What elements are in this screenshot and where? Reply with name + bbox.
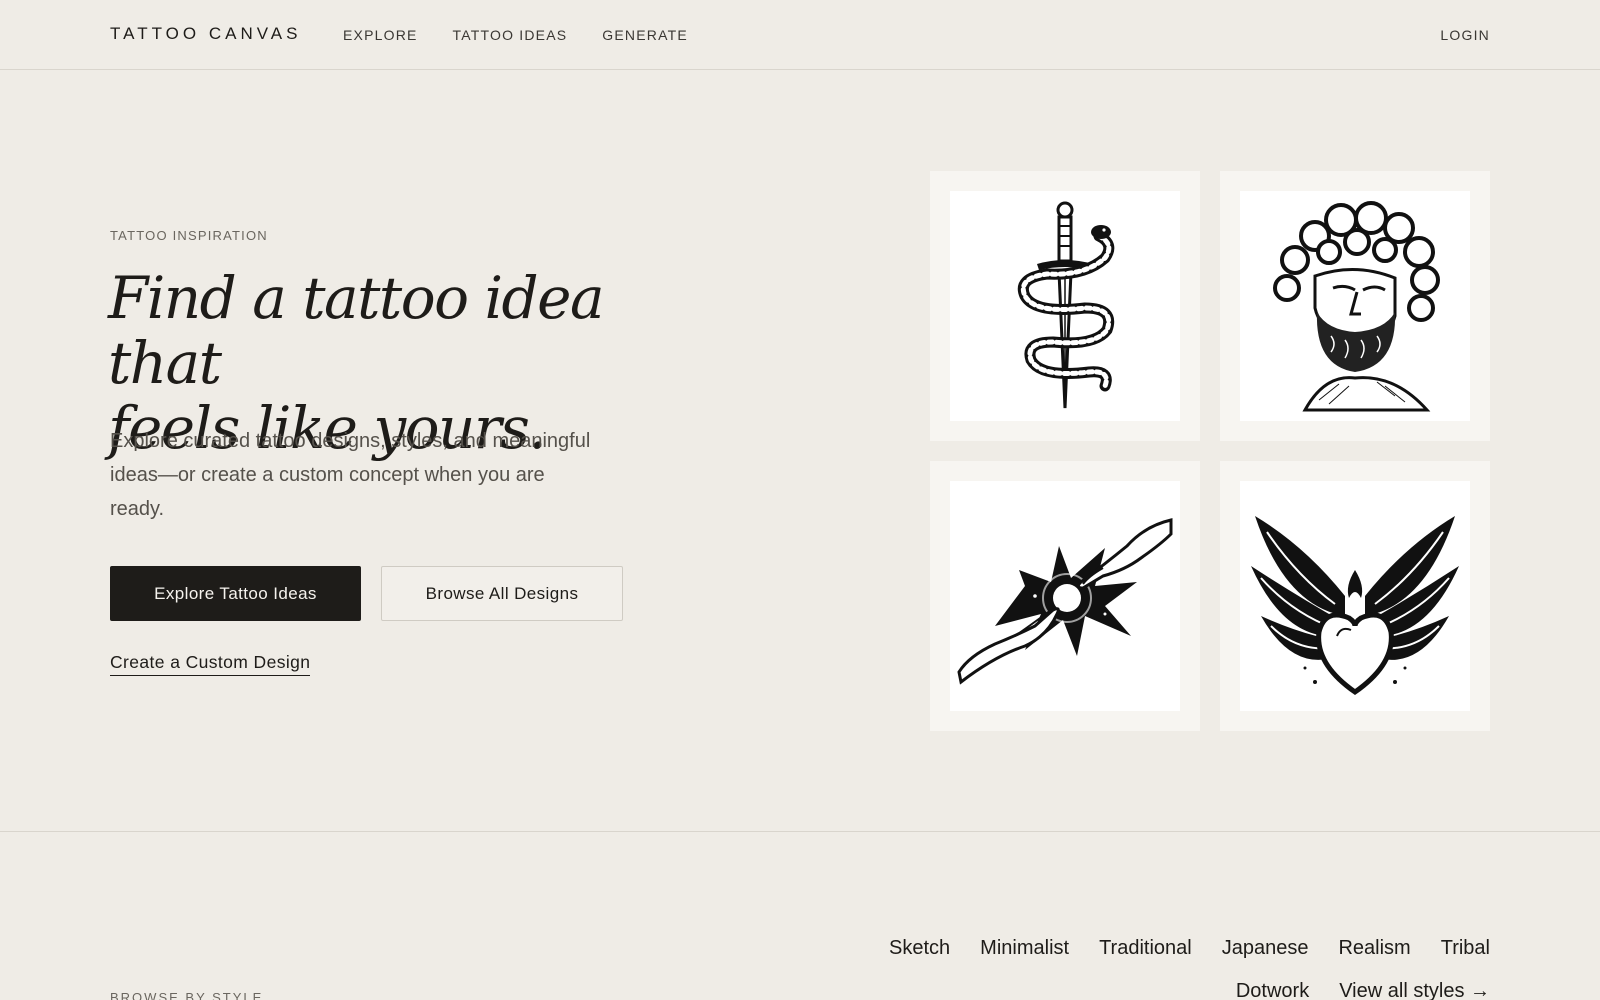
style-link-sketch[interactable]: Sketch (889, 937, 950, 960)
style-link-tribal[interactable]: Tribal (1441, 937, 1490, 960)
hero-eyebrow: TATTOO INSPIRATION (110, 228, 268, 243)
style-link-realism[interactable]: Realism (1338, 937, 1410, 960)
site-logo[interactable]: TATTOO CANVAS (110, 24, 301, 44)
gallery-tile-snake-dagger[interactable] (930, 171, 1200, 441)
create-custom-design-link[interactable]: Create a Custom Design (110, 652, 311, 676)
winged-heart-icon (1251, 516, 1459, 696)
style-links-row-1: Sketch Minimalist Traditional Japanese R… (889, 937, 1490, 960)
browse-by-style-label: BROWSE BY STYLE (110, 990, 264, 1000)
section-divider (0, 831, 1600, 832)
style-link-minimalist[interactable]: Minimalist (980, 937, 1069, 960)
nav-generate[interactable]: GENERATE (602, 27, 688, 43)
style-link-traditional[interactable]: Traditional (1099, 937, 1192, 960)
view-all-styles-link[interactable]: View all styles → (1339, 980, 1490, 1000)
login-link[interactable]: LOGIN (1440, 27, 1490, 43)
nav-explore[interactable]: EXPLORE (343, 27, 418, 43)
gallery-tile-reaching-hands[interactable] (930, 461, 1200, 731)
main-nav: EXPLORE TATTOO IDEAS GENERATE (343, 27, 688, 43)
explore-tattoo-ideas-button[interactable]: Explore Tattoo Ideas (110, 566, 361, 621)
nav-tattoo-ideas[interactable]: TATTOO IDEAS (453, 27, 568, 43)
gallery-tile-greek-statue[interactable] (1220, 171, 1490, 441)
headline-line-1: Find a tattoo idea that (108, 264, 605, 397)
gallery-tile-winged-heart[interactable] (1220, 461, 1490, 731)
tile-artwork (950, 191, 1180, 421)
style-link-japanese[interactable]: Japanese (1222, 937, 1309, 960)
style-link-dotwork[interactable]: Dotwork (1236, 980, 1309, 1000)
tile-artwork (950, 481, 1180, 711)
tile-artwork (1240, 481, 1470, 711)
style-links-row-2: Dotwork View all styles → (1236, 980, 1490, 1000)
tile-artwork (1240, 191, 1470, 421)
hero-description: Explore curated tattoo designs, styles, … (110, 430, 591, 520)
snake-dagger-icon (1017, 201, 1115, 409)
greek-statue-head-icon (1273, 201, 1440, 412)
top-navigation-bar: TATTOO CANVAS EXPLORE TATTOO IDEAS GENER… (0, 0, 1600, 70)
reaching-hands-icon (957, 518, 1173, 685)
browse-all-designs-button[interactable]: Browse All Designs (381, 566, 623, 621)
